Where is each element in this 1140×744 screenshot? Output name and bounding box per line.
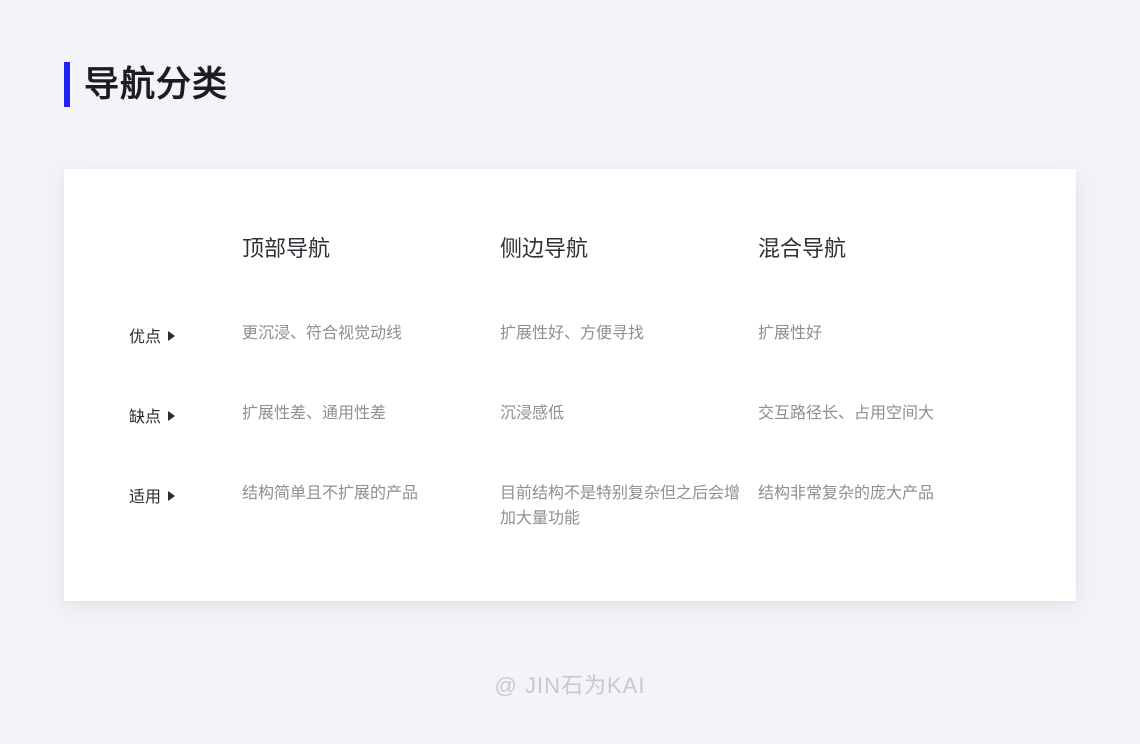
table-cell: 结构非常复杂的庞大产品 [758, 485, 935, 502]
table-cell: 扩展性好、方便寻找 [500, 325, 645, 342]
row-label: 优点 [129, 329, 162, 346]
row-label: 适用 [129, 489, 162, 506]
row-header-cell: 适用 [64, 482, 242, 507]
page-header: 导航分类 [64, 58, 228, 110]
table-header-row: 顶部导航 侧边导航 混合导航 [64, 235, 1076, 264]
table-body: 优点 更沉浸、符合视觉动线 扩展性好、方便寻找 扩展性好 缺点 扩展性差、通用性… [64, 322, 1076, 562]
table-row: 缺点 扩展性差、通用性差 沉浸感低 交互路径长、占用空间大 [64, 402, 1076, 482]
table-column-header-3: 混合导航 [758, 235, 1016, 264]
table-column-header-1: 顶部导航 [242, 235, 500, 264]
table-cell: 扩展性好 [758, 325, 823, 342]
table-cell: 更沉浸、符合视觉动线 [242, 325, 403, 342]
caret-right-icon [168, 330, 176, 341]
column-header-label: 混合导航 [758, 236, 847, 261]
table-cell: 交互路径长、占用空间大 [758, 405, 935, 422]
table-cell: 沉浸感低 [500, 405, 565, 422]
table-row: 适用 结构简单且不扩展的产品 目前结构不是特别复杂但之后会增加大量功能 结构非常… [64, 482, 1076, 562]
accent-bar [64, 61, 70, 107]
table-cell: 结构简单且不扩展的产品 [242, 485, 419, 502]
row-label: 缺点 [129, 409, 162, 426]
column-header-label: 侧边导航 [500, 236, 589, 261]
table-row: 优点 更沉浸、符合视觉动线 扩展性好、方便寻找 扩展性好 [64, 322, 1076, 402]
footer-credit: @ JIN石为KAI [494, 673, 646, 698]
caret-right-icon [168, 490, 176, 501]
page-title: 导航分类 [84, 64, 229, 104]
caret-right-icon [168, 410, 176, 421]
comparison-card: 顶部导航 侧边导航 混合导航 优点 更沉浸、符合视觉动线 扩展性好、方便寻找 扩… [64, 169, 1076, 601]
row-header-cell: 缺点 [64, 402, 242, 427]
table-column-header-2: 侧边导航 [500, 235, 758, 264]
column-header-label: 顶部导航 [242, 236, 331, 261]
table-cell: 扩展性差、通用性差 [242, 405, 387, 422]
row-header-cell: 优点 [64, 322, 242, 347]
table-cell: 目前结构不是特别复杂但之后会增加大量功能 [500, 485, 741, 527]
